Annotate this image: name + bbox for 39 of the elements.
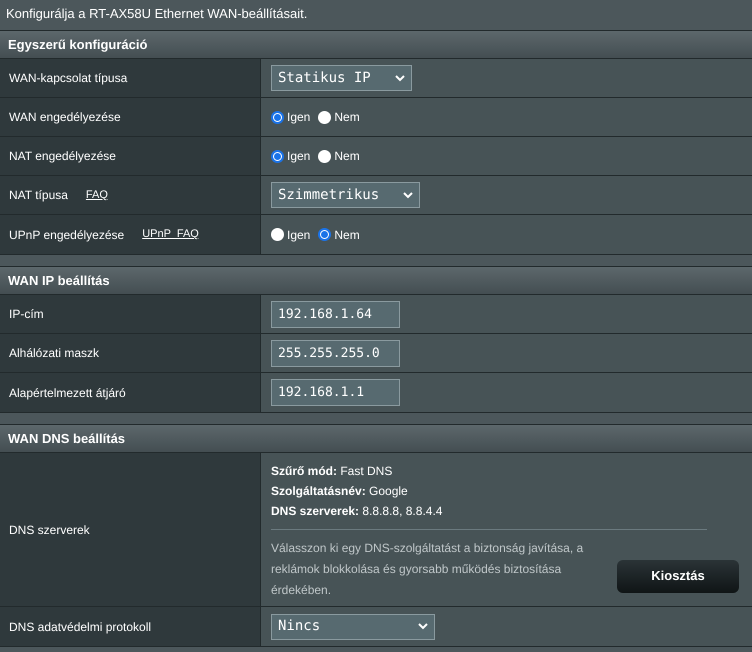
chevron-down-icon [418,623,428,630]
section-header: WAN IP beállítás [0,267,752,295]
radio-option[interactable]: Nem [318,226,360,244]
row-label: UPnP engedélyezése [9,226,124,244]
text-field[interactable]: 192.168.1.1 [271,379,400,406]
chevron-down-icon [394,74,405,82]
radio-option[interactable]: Igen [271,226,310,244]
row-label: WAN engedélyezése [9,109,121,126]
faq-link[interactable]: UPnP FAQ [142,226,199,243]
section-header: Egyszerű konfiguráció [0,31,752,59]
radio-option[interactable]: Nem [318,108,360,126]
dropdown[interactable]: Nincs [271,614,435,640]
dns-info-text: Szolgáltatásnév: Google [271,482,409,500]
row-label: DNS szerverek [9,522,90,538]
radio-option[interactable]: Igen [271,147,310,165]
row-label: WAN-kapcsolat típusa [9,70,128,87]
dropdown[interactable]: Statikus IP [271,65,412,91]
row-label: Alapértelmezett átjáró [9,384,126,402]
row-label: Alhálózati maszk [9,345,100,362]
dns-info-text: DNS szerverek: 8.8.8.8, 8.8.4.4 [271,502,444,520]
dns-info-text: Szűrő mód: Fast DNS [271,462,394,480]
row-label: NAT engedélyezése [9,148,116,165]
section-header: WAN DNS beállítás [0,425,752,453]
radio-option[interactable]: Nem [318,147,360,165]
row-label: IP-cím [9,306,44,323]
radio-button[interactable] [271,110,284,124]
row-label: NAT típusa [9,187,68,204]
faq-link[interactable]: FAQ [86,186,108,204]
dropdown[interactable]: Szimmetrikus [271,182,420,208]
dns-description: Válasszon ki egy DNS-szolgáltatást a biztonság javítása, a reklámok blokkolása és gyorsabb működés biztosítása érdekében. [271,540,584,598]
radio-button[interactable] [271,150,284,162]
radio-option[interactable]: Igen [271,108,310,126]
chevron-down-icon [403,192,414,198]
text-field[interactable]: 192.168.1.64 [271,300,400,328]
page-description: Konfigurálja a RT-AX58U Ethernet WAN-beállításait. [6,6,308,21]
radio-button[interactable] [318,228,332,241]
assign-button[interactable]: Kiosztás [617,560,739,592]
text-field[interactable]: 255.255.255.0 [271,340,400,366]
row-label: DNS adatvédelmi protokoll [9,618,152,636]
